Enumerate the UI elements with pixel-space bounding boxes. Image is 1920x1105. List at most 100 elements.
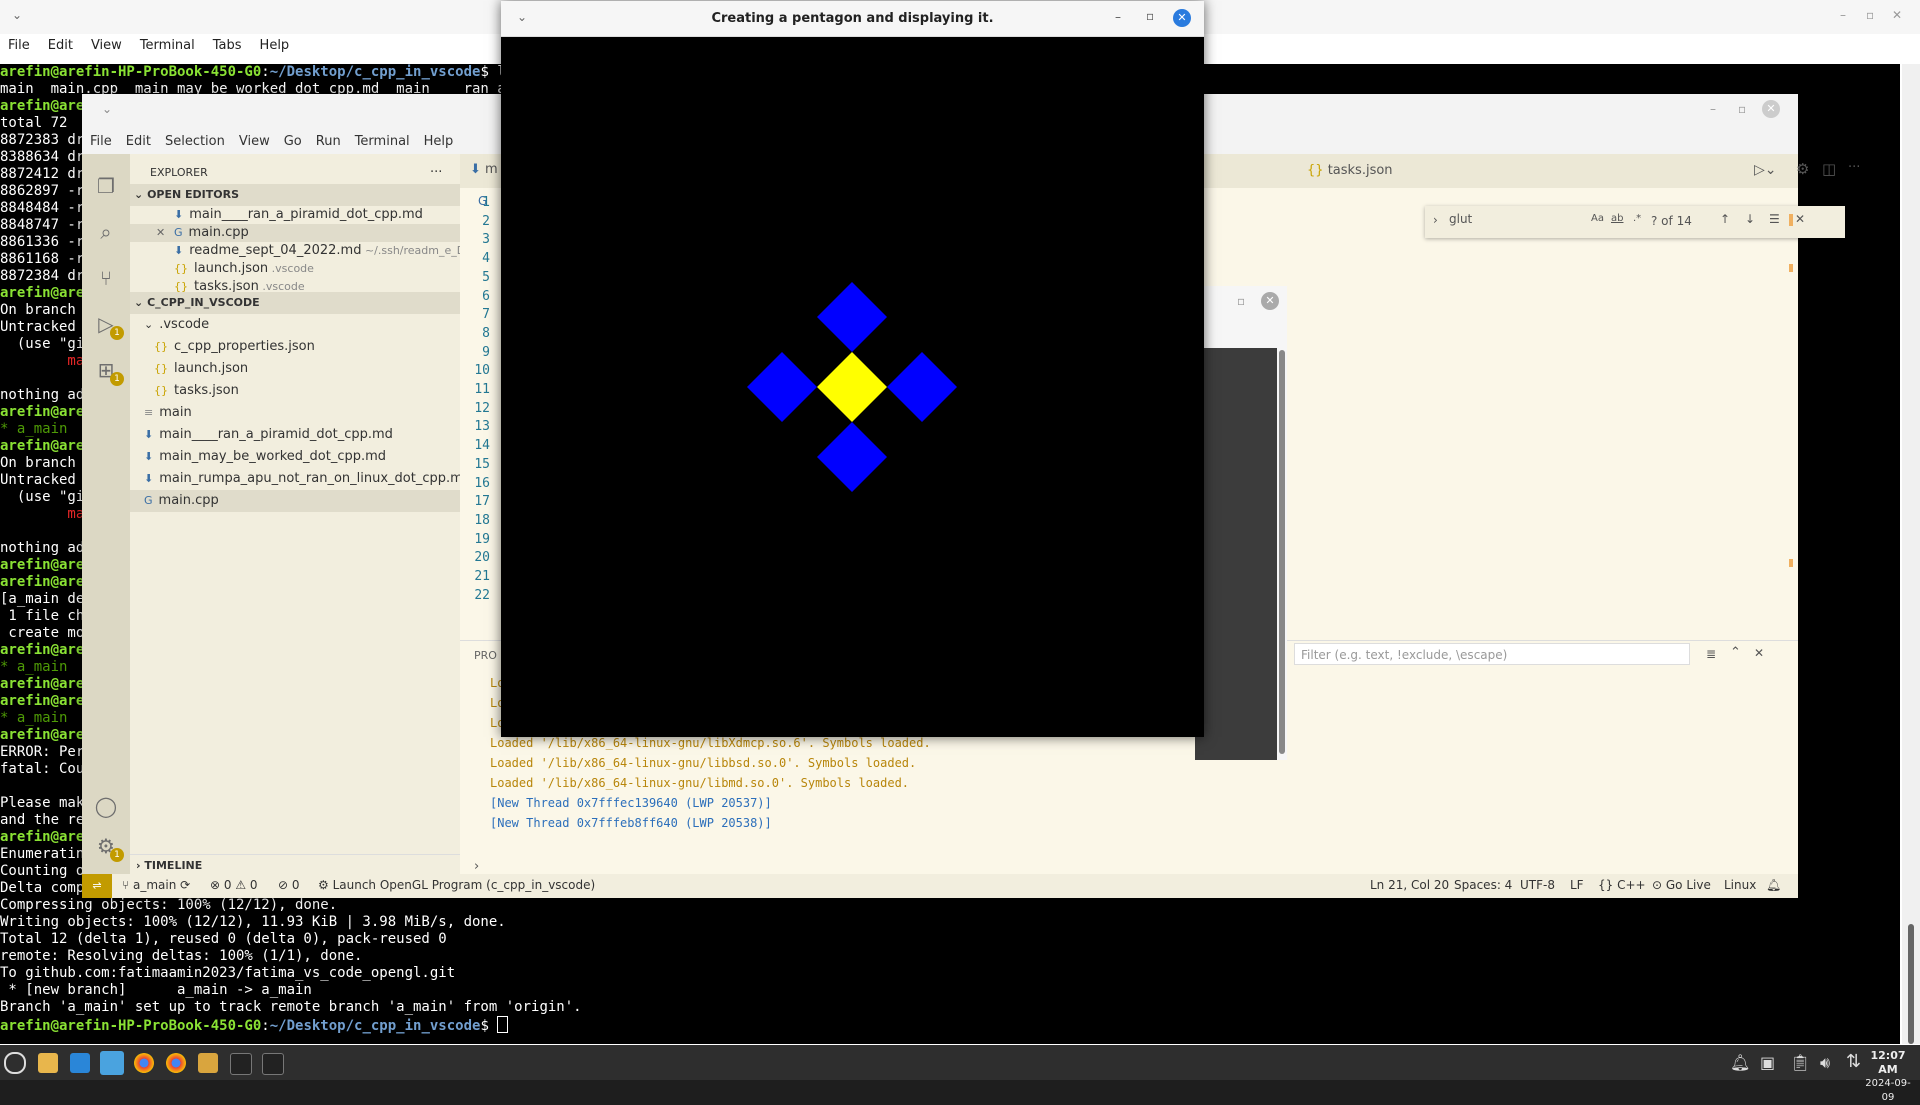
- terminal-scrollbar[interactable]: [1902, 64, 1920, 1044]
- maximize-icon[interactable]: ▫: [1146, 9, 1154, 23]
- find-in-selection-icon[interactable]: ☰: [1769, 212, 1780, 226]
- menu-item[interactable]: Tabs: [213, 38, 242, 62]
- problems-indicator[interactable]: ⊗ 0 ⚠ 0: [210, 878, 258, 892]
- tree-item[interactable]: ⬇ main____ran_a_piramid_dot_cpp.md: [130, 424, 460, 446]
- gear-icon[interactable]: ⚙: [1796, 160, 1809, 178]
- bell-icon[interactable]: 🔔︎: [1730, 1053, 1750, 1072]
- chrome-icon[interactable]: [134, 1053, 154, 1073]
- more-actions-icon[interactable]: ···: [430, 162, 450, 184]
- tab-main-md[interactable]: ⬇ m: [470, 162, 498, 177]
- chevron-up-icon[interactable]: ⌃: [1730, 645, 1741, 660]
- chevron-down-icon[interactable]: ⌄: [12, 8, 22, 22]
- chevron-right-icon[interactable]: ›: [474, 859, 479, 874]
- arrow-down-icon[interactable]: ↓: [1745, 212, 1755, 226]
- open-editor-item[interactable]: ⬇ readme_sept_04_2022.md ~/.ssh/readm_e_D…: [130, 242, 460, 260]
- menu-item[interactable]: Selection: [165, 134, 225, 149]
- folder-header[interactable]: ⌄ C_CPP_IN_VSCODE: [130, 292, 460, 314]
- match-case-toggle[interactable]: Aa: [1591, 213, 1604, 224]
- open-editor-item[interactable]: {} launch.json .vscode: [130, 260, 460, 278]
- search-icon[interactable]: ⌕: [94, 220, 118, 244]
- source-control-icon[interactable]: ⑂: [94, 266, 118, 290]
- close-icon[interactable]: ✕: [1892, 8, 1902, 22]
- menu-item[interactable]: File: [8, 38, 30, 62]
- menu-item[interactable]: Help: [424, 134, 454, 149]
- files-icon[interactable]: ❐: [94, 174, 118, 198]
- tree-item[interactable]: ⌄ .vscode: [130, 314, 460, 336]
- tree-item[interactable]: {} c_cpp_properties.json: [130, 336, 460, 358]
- scrollbar[interactable]: [1279, 350, 1285, 754]
- whole-word-toggle[interactable]: ab: [1611, 213, 1623, 224]
- menu-item[interactable]: View: [91, 38, 122, 62]
- more-actions-icon[interactable]: ···: [1848, 160, 1860, 175]
- volume-icon[interactable]: 🔊︎: [1820, 1053, 1830, 1073]
- terminal-icon[interactable]: [262, 1053, 284, 1075]
- ports-indicator[interactable]: ⊘ 0: [278, 878, 300, 892]
- minimize-icon[interactable]: –: [1115, 10, 1121, 24]
- maximize-icon[interactable]: ▫: [1237, 294, 1245, 308]
- end-of-line[interactable]: LF: [1570, 878, 1584, 892]
- word-wrap-icon[interactable]: ≣: [1706, 647, 1716, 661]
- tree-item[interactable]: Gmain.cpp: [130, 490, 460, 512]
- maximize-icon[interactable]: ▫: [1738, 102, 1746, 116]
- menu-item[interactable]: Terminal: [140, 38, 195, 62]
- close-icon[interactable]: ✕: [1261, 292, 1279, 310]
- close-icon[interactable]: ✕: [156, 224, 165, 242]
- tree-item[interactable]: {} tasks.json: [130, 380, 460, 402]
- split-editor-icon[interactable]: ◫: [1822, 160, 1836, 178]
- open-editor-name: main.cpp: [188, 225, 249, 240]
- language-mode[interactable]: {} C++: [1598, 878, 1646, 892]
- arrow-up-icon[interactable]: ↑: [1720, 212, 1730, 226]
- open-editor-item[interactable]: ⬇ main____ran_a_piramid_dot_cpp.md: [130, 206, 460, 224]
- close-icon[interactable]: ✕: [1173, 9, 1191, 27]
- menu-item[interactable]: File: [90, 134, 112, 149]
- folder-icon[interactable]: [38, 1053, 58, 1073]
- chrome-icon[interactable]: [166, 1053, 186, 1073]
- clock[interactable]: 12:07 AM 2024-09-09: [1860, 1049, 1916, 1105]
- menu-item[interactable]: View: [239, 134, 270, 149]
- menu-item[interactable]: Go: [284, 134, 302, 149]
- close-panel-icon[interactable]: ✕: [1754, 646, 1764, 660]
- menu-item[interactable]: Run: [316, 134, 341, 149]
- menu-item[interactable]: Edit: [48, 38, 73, 62]
- menu-item[interactable]: Terminal: [355, 134, 410, 149]
- tree-item[interactable]: ⬇ main_rumpa_apu_not_ran_on_linux_dot_cpp…: [130, 468, 460, 490]
- terminal-icon[interactable]: [230, 1053, 252, 1075]
- menu-item[interactable]: Help: [260, 38, 290, 62]
- go-live[interactable]: ⊙ Go Live: [1652, 878, 1711, 892]
- filter-input[interactable]: Filter (e.g. text, !exclude, \escape): [1294, 643, 1690, 665]
- close-find-icon[interactable]: ✕: [1795, 212, 1805, 226]
- window-icon[interactable]: [100, 1051, 124, 1075]
- remote-indicator[interactable]: ⇌: [82, 874, 112, 898]
- line-number: 16: [474, 475, 490, 491]
- tab-tasks-json[interactable]: {} tasks.json: [1295, 154, 1405, 188]
- menu-icon[interactable]: [4, 1052, 26, 1074]
- run-icon[interactable]: ▷⌄: [1754, 162, 1777, 178]
- menu-item[interactable]: Edit: [126, 134, 151, 149]
- display-icon[interactable]: ▣: [1760, 1053, 1775, 1072]
- branch-indicator[interactable]: ⑂ a_main ⟳: [122, 878, 190, 892]
- indentation[interactable]: Spaces: 4: [1454, 878, 1512, 892]
- tree-item[interactable]: {} launch.json: [130, 358, 460, 380]
- tree-item[interactable]: ⬇ main_may_be_worked_dot_cpp.md: [130, 446, 460, 468]
- chevron-down-icon[interactable]: ⌄: [102, 102, 112, 116]
- clipboard-icon[interactable]: 📋︎: [1790, 1053, 1810, 1072]
- regex-toggle[interactable]: .*: [1633, 213, 1641, 224]
- cursor-position[interactable]: Ln 21, Col 20: [1370, 878, 1449, 892]
- files-icon[interactable]: [198, 1053, 218, 1073]
- launch-config[interactable]: ⚙ Launch OpenGL Program (c_cpp_in_vscode…: [318, 878, 595, 892]
- open-editors-header[interactable]: ⌄ OPEN EDITORS: [130, 184, 460, 206]
- bell-icon[interactable]: 🔔︎: [1766, 878, 1781, 892]
- minimize-icon[interactable]: –: [1840, 8, 1846, 22]
- maximize-icon[interactable]: ▫: [1866, 8, 1874, 22]
- encoding[interactable]: UTF-8: [1520, 878, 1555, 892]
- panel-tab-problems[interactable]: PRO: [474, 649, 497, 662]
- os-indicator[interactable]: Linux: [1724, 878, 1756, 892]
- vscode-icon[interactable]: [70, 1053, 90, 1073]
- account-icon[interactable]: ◯: [94, 794, 118, 818]
- open-editor-item[interactable]: ✕ Gmain.cpp: [130, 224, 460, 242]
- close-icon[interactable]: ✕: [1762, 100, 1780, 118]
- minimize-icon[interactable]: –: [1710, 102, 1716, 116]
- tree-item[interactable]: ≡ main: [130, 402, 460, 424]
- network-icon[interactable]: ⇅: [1846, 1051, 1861, 1072]
- chevron-right-icon[interactable]: ›: [1433, 213, 1438, 227]
